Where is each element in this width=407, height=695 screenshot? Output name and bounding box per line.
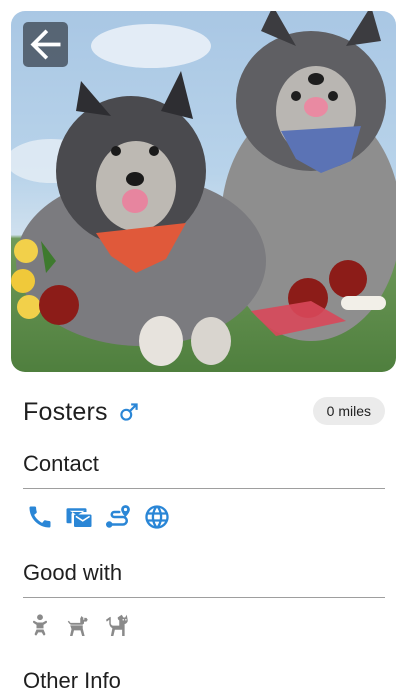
phone-button[interactable] xyxy=(25,502,55,532)
contact-icons xyxy=(25,502,172,532)
good-with-heading: Good with xyxy=(23,560,123,585)
pet-header: Fosters 0 miles xyxy=(23,394,385,430)
child-icon xyxy=(25,611,55,641)
contact-divider xyxy=(23,488,385,489)
good-with-divider xyxy=(23,597,385,598)
dog-icon xyxy=(64,611,94,641)
cat-icon xyxy=(103,611,133,641)
website-button[interactable] xyxy=(142,502,172,532)
distance-badge: 0 miles xyxy=(312,397,385,425)
male-icon xyxy=(116,399,142,425)
other-info-heading: Other Info xyxy=(23,668,121,693)
back-button[interactable] xyxy=(23,22,68,67)
arrow-left-icon xyxy=(30,29,61,60)
email-icon xyxy=(66,508,92,527)
directions-button[interactable] xyxy=(103,502,133,532)
directions-icon xyxy=(106,505,130,528)
website-icon xyxy=(145,505,169,529)
email-button[interactable] xyxy=(64,502,94,532)
pet-name: Fosters xyxy=(23,397,108,426)
phone-icon xyxy=(29,506,51,528)
contact-heading: Contact xyxy=(23,451,99,476)
good-with-icons xyxy=(25,611,133,641)
pet-photo xyxy=(11,11,396,372)
pet-photo-image xyxy=(11,11,396,366)
